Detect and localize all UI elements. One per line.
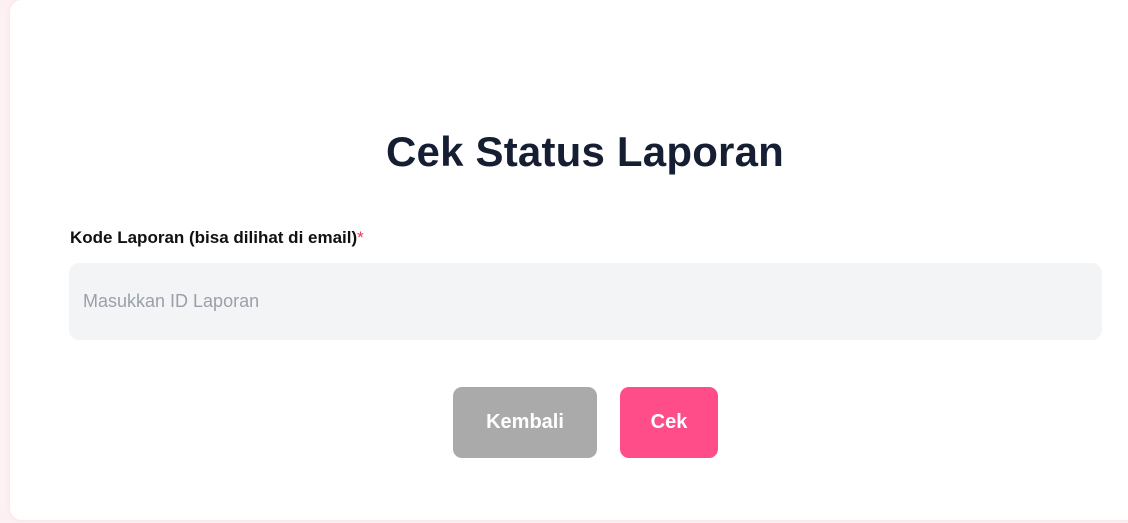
back-button[interactable]: Kembali	[453, 387, 597, 458]
status-check-card: Cek Status Laporan Kode Laporan (bisa di…	[10, 0, 1128, 520]
report-code-label: Kode Laporan (bisa dilihat di email)*	[70, 228, 364, 248]
page-title: Cek Status Laporan	[385, 128, 785, 175]
report-code-label-text: Kode Laporan (bisa dilihat di email)	[70, 228, 358, 247]
report-code-input[interactable]	[69, 263, 1102, 340]
required-mark: *	[357, 228, 364, 247]
check-button[interactable]: Cek	[620, 387, 718, 458]
